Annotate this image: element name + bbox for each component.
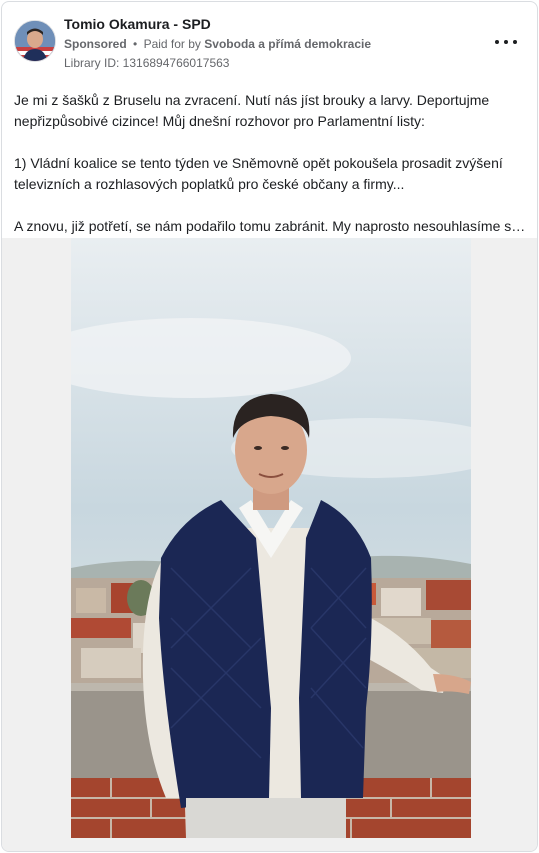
paid-for-label: Paid for by xyxy=(143,37,201,51)
ad-card: Tomio Okamura - SPD Sponsored • Paid for… xyxy=(1,1,538,852)
more-horizontal-icon xyxy=(495,40,499,44)
ad-photo[interactable] xyxy=(71,238,471,838)
photo-image xyxy=(71,238,471,838)
body-paragraph: Je mi z šašků z Bruselu na zvracení. Nut… xyxy=(14,92,490,129)
more-options-button[interactable] xyxy=(491,31,521,53)
avatar-image xyxy=(15,21,55,61)
ad-header: Tomio Okamura - SPD Sponsored • Paid for… xyxy=(2,2,537,78)
sponsor-line: Sponsored • Paid for by Svoboda a přímá … xyxy=(64,37,371,51)
more-horizontal-icon xyxy=(504,40,508,44)
ad-body-text: Je mi z šašků z Bruselu na zvracení. Nut… xyxy=(14,90,529,258)
sponsored-label: Sponsored xyxy=(64,37,127,51)
page-name[interactable]: Tomio Okamura - SPD xyxy=(64,16,211,32)
library-id: Library ID: 1316894766017563 xyxy=(64,56,230,70)
separator-dot: • xyxy=(133,37,138,51)
body-paragraph: 1) Vládní koalice se tento týden ve Sněm… xyxy=(14,155,503,192)
body-paragraph-truncated[interactable]: A znovu, již potřetí, se nám podařilo to… xyxy=(14,216,529,237)
ad-media[interactable] xyxy=(2,238,537,851)
more-horizontal-icon xyxy=(513,40,517,44)
page-avatar[interactable] xyxy=(14,20,56,62)
payer-name[interactable]: Svoboda a přímá demokracie xyxy=(204,37,371,51)
